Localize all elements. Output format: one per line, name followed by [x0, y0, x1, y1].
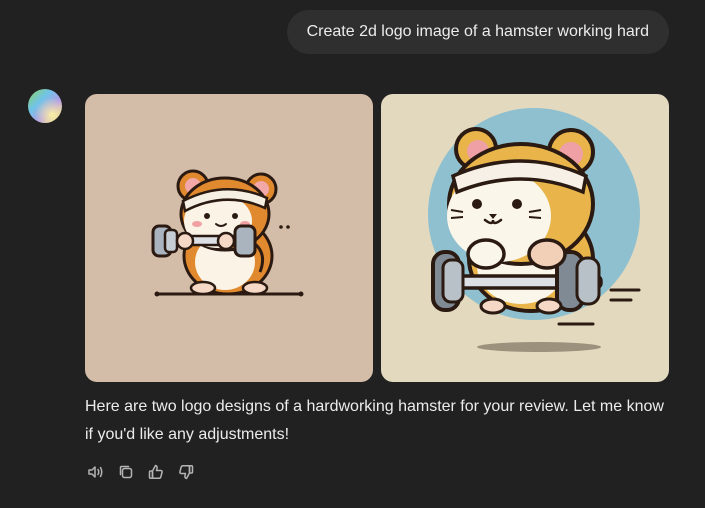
read-aloud-button[interactable]	[85, 459, 107, 485]
speaker-icon	[88, 466, 103, 478]
hamster-barbell-logo-icon	[428, 108, 641, 352]
thumbs-up-icon	[148, 464, 163, 480]
hamster-dumbbell-logo-icon	[151, 169, 304, 297]
copy-button[interactable]	[115, 459, 137, 485]
generated-image-2[interactable]	[381, 94, 669, 382]
good-response-button[interactable]	[145, 459, 167, 485]
thumbs-down-icon	[179, 464, 194, 480]
copy-icon	[119, 465, 133, 479]
user-message-bubble: Create 2d logo image of a hamster workin…	[286, 10, 669, 54]
chat-view: Create 2d logo image of a hamster workin…	[0, 0, 705, 508]
generated-image-1[interactable]	[85, 94, 373, 382]
message-actions	[85, 459, 197, 485]
assistant-response-text: Here are two logo designs of a hardworki…	[85, 398, 664, 443]
assistant-gradient-avatar-icon	[28, 89, 62, 123]
assistant-avatar	[28, 89, 62, 123]
bad-response-button[interactable]	[175, 459, 197, 485]
